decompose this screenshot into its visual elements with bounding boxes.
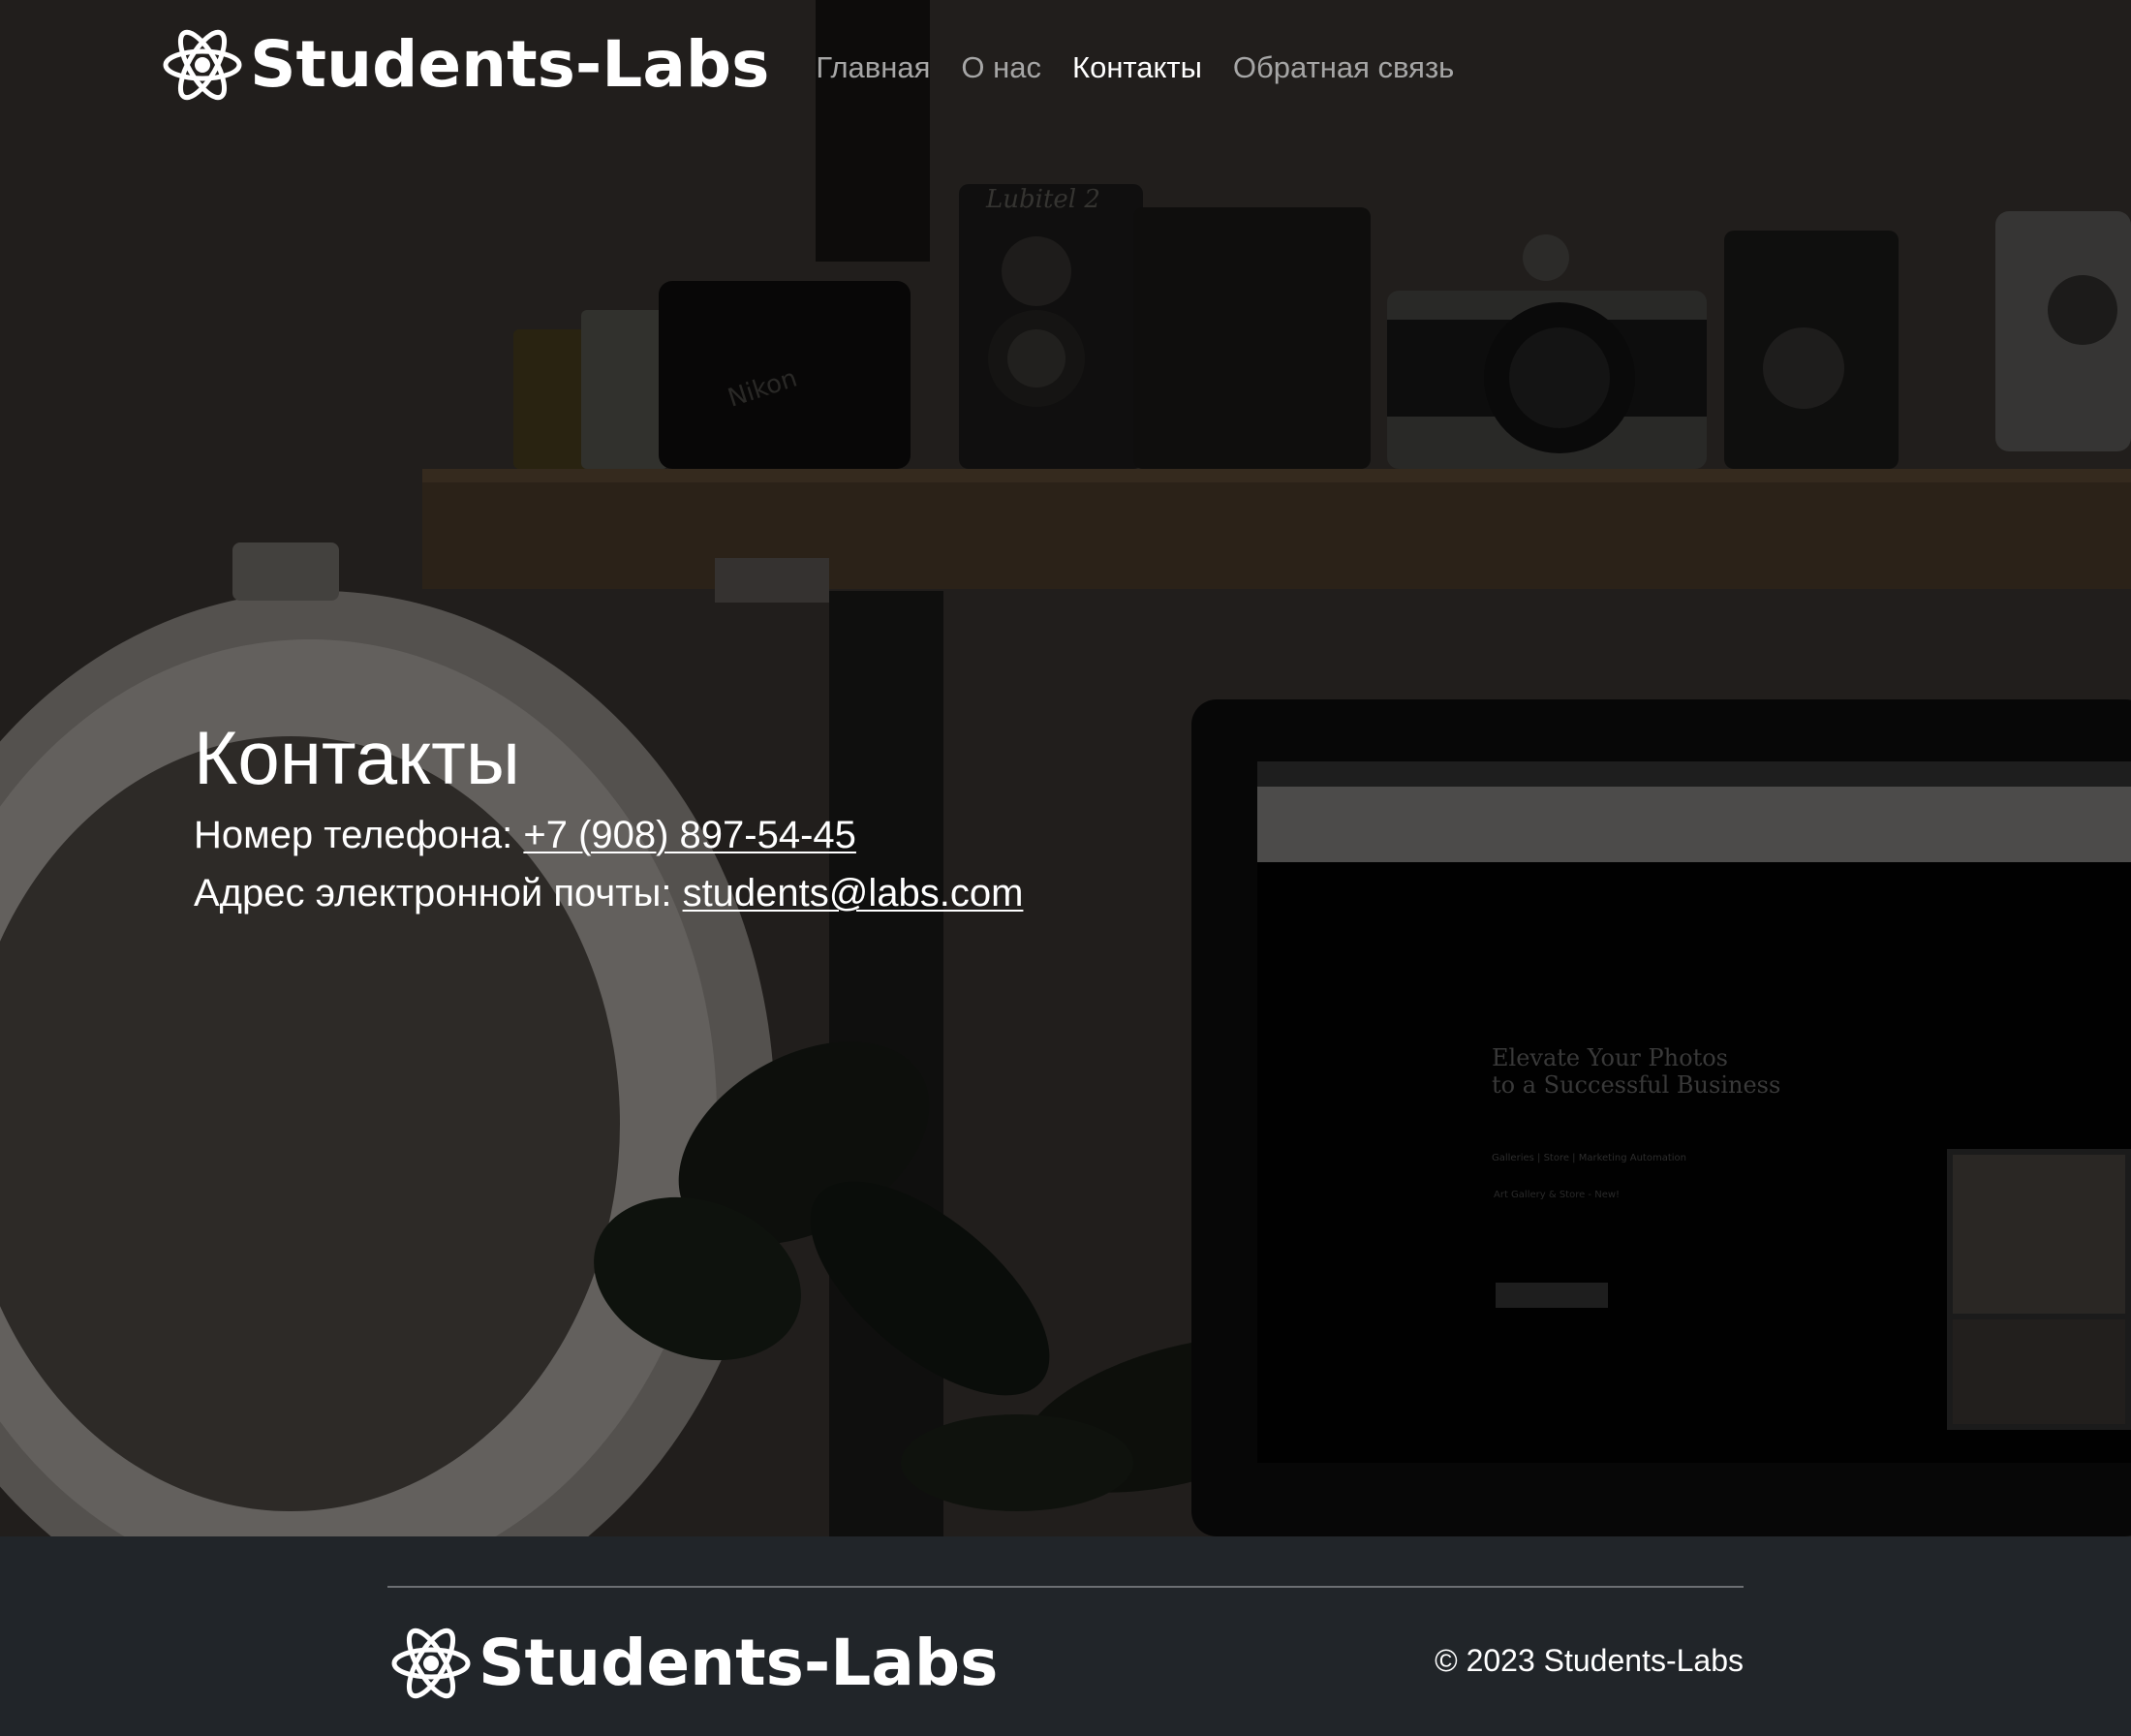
brand-link[interactable]: Students-Labs <box>161 23 769 107</box>
phone-label: Номер телефона: <box>194 813 524 856</box>
email-link[interactable]: students@labs.com <box>683 872 1024 914</box>
page: Nikon Lubitel 2 Elevate Your Photos to a… <box>0 0 2131 1736</box>
email-label: Адрес электронной почты: <box>194 871 683 914</box>
nav-about[interactable]: О нас <box>961 52 1041 82</box>
main-nav: Главная О нас Контакты Обратная связь <box>816 52 1485 82</box>
site-header: Students-Labs Главная О нас Контакты Обр… <box>161 21 1485 108</box>
phone-link[interactable]: +7 (908) 897-54-45 <box>523 814 856 856</box>
email-row: Адрес электронной почты: students@labs.c… <box>194 868 1023 918</box>
footer-brand-name: Students-Labs <box>479 1626 999 1700</box>
nav-contacts[interactable]: Контакты <box>1072 52 1202 82</box>
copyright-text: © 2023 Students-Labs <box>1435 1643 1744 1678</box>
brand-name: Students-Labs <box>250 27 770 102</box>
phone-row: Номер телефона: +7 (908) 897-54-45 <box>194 810 1023 860</box>
atom-logo-icon <box>161 23 244 107</box>
nav-feedback[interactable]: Обратная связь <box>1233 52 1454 82</box>
site-footer: Students-Labs © 2023 Students-Labs <box>0 1536 2131 1736</box>
footer-divider <box>387 1586 1744 1588</box>
page-title: Контакты <box>194 715 520 800</box>
footer-brand-link[interactable]: Students-Labs <box>389 1622 998 1705</box>
contacts-section: Контакты Номер телефона: +7 (908) 897-54… <box>194 715 1023 918</box>
nav-home[interactable]: Главная <box>816 52 930 82</box>
atom-logo-icon <box>389 1622 473 1705</box>
